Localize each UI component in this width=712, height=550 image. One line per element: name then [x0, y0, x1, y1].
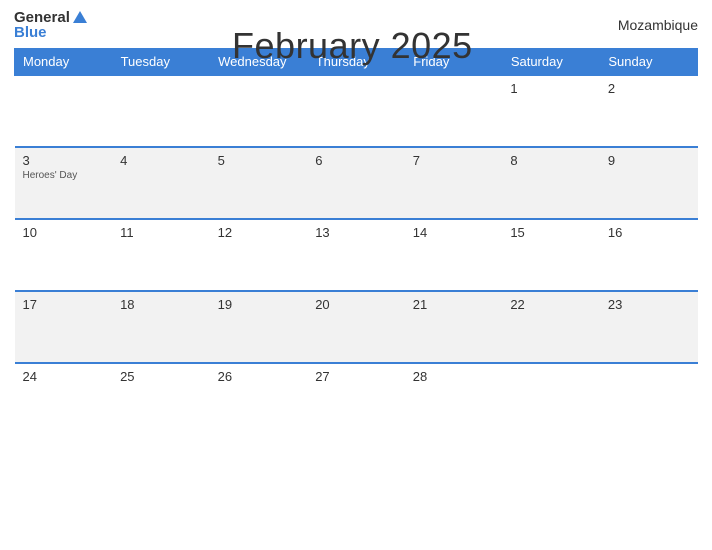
calendar-day-cell: 26 — [210, 363, 308, 435]
calendar-day-cell: 19 — [210, 291, 308, 363]
calendar-day-cell: 2 — [600, 75, 698, 147]
day-number: 28 — [413, 369, 495, 384]
day-number: 10 — [23, 225, 105, 240]
col-monday: Monday — [15, 49, 113, 76]
calendar-day-cell: 10 — [15, 219, 113, 291]
day-number: 5 — [218, 153, 300, 168]
calendar-week-row: 17 18 19 20 21 22 23 — [15, 291, 698, 363]
calendar-day-cell: 20 — [307, 291, 405, 363]
day-number: 25 — [120, 369, 202, 384]
day-number: 27 — [315, 369, 397, 384]
logo-triangle-icon — [73, 11, 87, 23]
calendar-week-row: 3 Heroes' Day 4 56 78 9 — [15, 147, 698, 219]
calendar-grid: Monday Tuesday Wednesday Thursday Friday… — [14, 48, 698, 435]
day-number: 16 — [608, 225, 690, 240]
calendar-day-cell: 6 — [307, 147, 405, 219]
day-number: 14 — [413, 225, 495, 240]
calendar-day-cell — [600, 363, 698, 435]
calendar-day-cell: 1 — [502, 75, 600, 147]
calendar-day-cell: 17 — [15, 291, 113, 363]
calendar-day-cell: 23 — [600, 291, 698, 363]
day-number: 8 — [510, 153, 592, 168]
day-number: 7 — [413, 153, 495, 168]
calendar-day-cell — [210, 75, 308, 147]
calendar-title: February 2025 — [232, 25, 473, 67]
calendar-day-cell: 7 — [405, 147, 503, 219]
day-number: 12 — [218, 225, 300, 240]
calendar-week-row: 10 11 12 13 14 15 16 — [15, 219, 698, 291]
day-number: 9 — [608, 153, 690, 168]
calendar-day-cell: 9 — [600, 147, 698, 219]
day-number: 15 — [510, 225, 592, 240]
calendar-day-cell: 4 — [112, 147, 210, 219]
calendar-day-cell: 13 — [307, 219, 405, 291]
calendar-week-row: 12 — [15, 75, 698, 147]
country-label: Mozambique — [618, 17, 698, 33]
calendar-day-cell: 3 Heroes' Day — [15, 147, 113, 219]
logo-blue-text: Blue — [14, 25, 47, 40]
calendar-day-cell — [15, 75, 113, 147]
calendar-day-cell: 15 — [502, 219, 600, 291]
day-number: 1 — [510, 81, 592, 96]
logo-general-text: General — [14, 10, 70, 25]
calendar-container: General Blue February 2025 Mozambique Mo… — [0, 0, 712, 550]
calendar-day-cell: 8 — [502, 147, 600, 219]
calendar-day-cell — [405, 75, 503, 147]
day-number: 26 — [218, 369, 300, 384]
calendar-day-cell: 12 — [210, 219, 308, 291]
col-sunday: Sunday — [600, 49, 698, 76]
day-number: 11 — [120, 225, 202, 240]
logo: General Blue — [14, 10, 87, 40]
calendar-day-cell: 21 — [405, 291, 503, 363]
calendar-day-cell: 27 — [307, 363, 405, 435]
day-number: 20 — [315, 297, 397, 312]
day-number: 4 — [120, 153, 202, 168]
calendar-day-cell: 24 — [15, 363, 113, 435]
day-number: 22 — [510, 297, 592, 312]
calendar-day-cell: 22 — [502, 291, 600, 363]
day-number: 24 — [23, 369, 105, 384]
calendar-day-cell: 11 — [112, 219, 210, 291]
day-number: 3 — [23, 153, 105, 168]
day-number: 21 — [413, 297, 495, 312]
holiday-label: Heroes' Day — [23, 170, 105, 181]
calendar-day-cell: 28 — [405, 363, 503, 435]
calendar-day-cell: 16 — [600, 219, 698, 291]
calendar-day-cell: 25 — [112, 363, 210, 435]
calendar-day-cell — [112, 75, 210, 147]
calendar-week-row: 24 25 26 27 28 — [15, 363, 698, 435]
calendar-day-cell — [307, 75, 405, 147]
header: General Blue February 2025 Mozambique — [14, 10, 698, 40]
day-number: 6 — [315, 153, 397, 168]
day-number: 2 — [608, 81, 690, 96]
day-number: 17 — [23, 297, 105, 312]
col-tuesday: Tuesday — [112, 49, 210, 76]
col-saturday: Saturday — [502, 49, 600, 76]
calendar-day-cell: 5 — [210, 147, 308, 219]
calendar-day-cell: 14 — [405, 219, 503, 291]
day-number: 19 — [218, 297, 300, 312]
day-number: 23 — [608, 297, 690, 312]
day-number: 13 — [315, 225, 397, 240]
calendar-day-cell — [502, 363, 600, 435]
day-number: 18 — [120, 297, 202, 312]
calendar-day-cell: 18 — [112, 291, 210, 363]
